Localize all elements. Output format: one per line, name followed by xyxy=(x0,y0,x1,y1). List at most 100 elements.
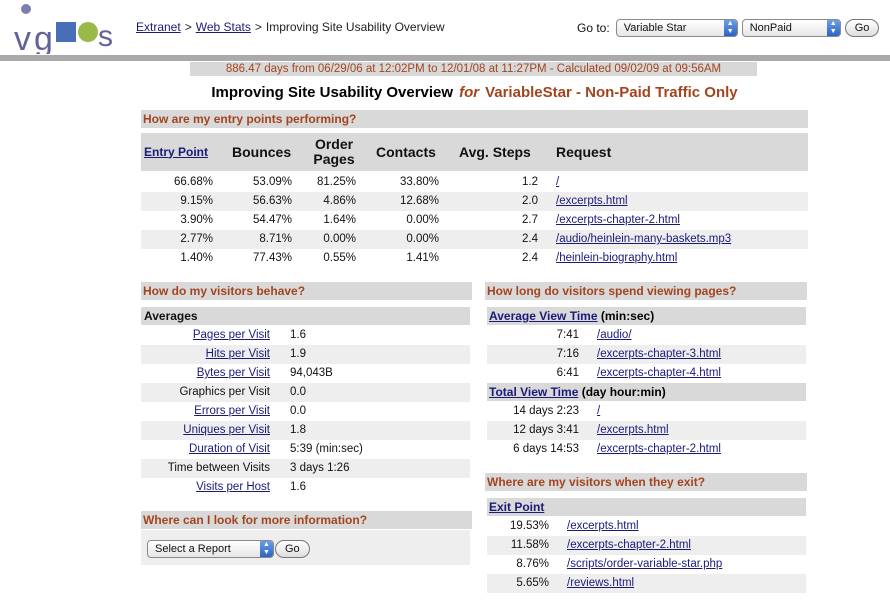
select-arrows-icon: ▲ ▼ xyxy=(723,20,737,36)
bounces-column-header: Bounces xyxy=(232,143,292,160)
averages-label-link[interactable]: Uniques per Visit xyxy=(183,421,270,440)
site-select-value: Variable Star xyxy=(623,22,687,34)
list-item: Visits per Host 1.6 xyxy=(141,478,470,497)
list-item: Hits per Visit 1.9 xyxy=(141,345,470,364)
request-link[interactable]: / xyxy=(556,173,559,192)
total-view-time-subheading: Total View Time (day hour:min) xyxy=(487,383,806,401)
averages-list: Pages per Visit 1.6 Hits per Visit 1.9 Byt… xyxy=(141,326,470,497)
total-view-time-link[interactable]: Total View Time xyxy=(489,385,578,399)
report-go-button[interactable]: Go xyxy=(275,540,310,558)
avg-steps: 2.7 xyxy=(522,214,538,226)
breadcrumb-separator: > xyxy=(184,20,192,34)
entry-table-header: Entry Point Bounces Order Pages Contacts… xyxy=(141,133,808,171)
averages-label-link[interactable]: Bytes per Visit xyxy=(197,364,270,383)
page-title-target: VariableStar - Non-Paid Traffic Only xyxy=(485,84,738,101)
exit-pct: 19.53% xyxy=(509,520,549,532)
exit-point-column-link[interactable]: Exit Point xyxy=(489,500,544,514)
goto-label: Go to: xyxy=(577,21,610,35)
table-row: 9.15% 56.63% 4.86% 12.68% 2.0 /excerpts.… xyxy=(141,192,808,211)
table-row: 1.40% 77.43% 0.55% 1.41% 2.4 /heinlein-b… xyxy=(141,249,808,268)
breadcrumb-current: Improving Site Usability Overview xyxy=(265,20,445,34)
exit-pct: 5.65% xyxy=(516,577,549,589)
averages-label-link[interactable]: Errors per Visit xyxy=(194,402,270,421)
page-link[interactable]: /reviews.html xyxy=(567,574,634,593)
page-link[interactable]: /excerpts.html xyxy=(597,421,669,440)
breadcrumb-separator: > xyxy=(254,20,262,34)
entry-pct: 3.90% xyxy=(180,214,213,226)
average-view-time-list: 7:41/audio/ 7:16/excerpts-chapter-3.html… xyxy=(487,326,806,383)
average-view-time-link[interactable]: Average View Time xyxy=(489,309,598,323)
list-item: Uniques per Visit 1.8 xyxy=(141,421,470,440)
entry-point-column-link[interactable]: Entry Point xyxy=(144,133,208,171)
contacts-pct: 33.80% xyxy=(399,176,439,188)
entry-pct: 66.68% xyxy=(173,176,213,188)
list-item: Errors per Visit 0.0 xyxy=(141,402,470,421)
averages-label-link[interactable]: Duration of Visit xyxy=(189,440,270,459)
request-link[interactable]: /excerpts-chapter-2.html xyxy=(556,211,680,230)
average-view-time-subheading: Average View Time (min:sec) xyxy=(487,307,806,325)
breadcrumb-webstats-link[interactable]: Web Stats xyxy=(196,20,251,34)
avg-steps: 2.4 xyxy=(522,252,538,264)
averages-label: Graphics per Visit xyxy=(179,386,270,398)
contacts-pct: 1.41% xyxy=(406,252,439,264)
report-select-value: Select a Report xyxy=(155,543,231,555)
goto-go-button[interactable]: Go xyxy=(844,19,880,37)
page-link[interactable]: /audio/ xyxy=(597,326,632,345)
order-pct: 1.64% xyxy=(323,214,356,226)
exit-point-list: 19.53% /excerpts.html 11.58% /excerpts-cha… xyxy=(487,517,806,593)
breadcrumb: Extranet > Web Stats > Improving Site Usabil… xyxy=(136,20,445,34)
page-link[interactable]: /excerpts-chapter-4.html xyxy=(597,364,721,383)
list-item: Bytes per Visit 94,043B xyxy=(141,364,470,383)
view-time: 6:41 xyxy=(556,367,579,379)
site-select[interactable]: Variable Star ▲ ▼ xyxy=(615,19,738,37)
bounces-pct: 8.71% xyxy=(259,233,292,245)
header-divider xyxy=(0,55,890,61)
breadcrumb-extranet-link[interactable]: Extranet xyxy=(136,20,181,34)
request-link[interactable]: /heinlein-biography.html xyxy=(556,249,677,268)
entry-pct: 1.40% xyxy=(180,252,213,264)
request-link[interactable]: /audio/heinlein-many-baskets.mp3 xyxy=(556,230,731,249)
page-link[interactable]: /excerpts-chapter-3.html xyxy=(597,345,721,364)
list-item: 6:41/excerpts-chapter-4.html xyxy=(487,364,806,383)
more-info-section-heading: Where can I look for more information? xyxy=(141,511,472,529)
bounces-pct: 54.47% xyxy=(252,214,292,226)
request-column-header: Request xyxy=(556,143,612,160)
request-link[interactable]: /excerpts.html xyxy=(556,192,628,211)
avg-steps-column-header: Avg. Steps xyxy=(459,143,531,160)
traffic-select-value: NonPaid xyxy=(749,22,792,34)
avg-steps: 2.4 xyxy=(522,233,538,245)
viewing-section-heading: How long do visitors spend viewing pages… xyxy=(485,282,807,300)
vgrads-logo[interactable]: v g s xyxy=(12,2,130,54)
list-item: 11.58% /excerpts-chapter-2.html xyxy=(487,536,806,555)
table-row: 66.68% 53.09% 81.25% 33.80% 1.2 / xyxy=(141,173,808,192)
contacts-pct: 12.68% xyxy=(399,195,439,207)
page-link[interactable]: /scripts/order-variable-star.php xyxy=(567,555,722,574)
list-item: 6 days 14:53/excerpts-chapter-2.html xyxy=(487,440,806,459)
page-title: Improving Site Usability Overview for Vari… xyxy=(141,84,808,101)
total-view-time-list: 14 days 2:23 / 12 days 3:41/excerpts.html… xyxy=(487,402,806,459)
svg-text:s: s xyxy=(98,20,113,53)
page-link[interactable]: /excerpts-chapter-2.html xyxy=(567,536,691,555)
averages-label-link[interactable]: Hits per Visit xyxy=(206,345,270,364)
page-title-main: Improving Site Usability Overview xyxy=(211,84,454,101)
exit-pct: 8.76% xyxy=(516,558,549,570)
svg-text:g: g xyxy=(34,20,53,54)
page-link[interactable]: /excerpts-chapter-2.html xyxy=(597,440,721,459)
averages-value: 0.0 xyxy=(290,405,306,417)
contacts-pct: 0.00% xyxy=(406,233,439,245)
page-link[interactable]: /excerpts.html xyxy=(567,517,639,536)
traffic-select[interactable]: NonPaid ▲ ▼ xyxy=(741,19,841,37)
header: v g s Extranet > Web Stats > Improving Site … xyxy=(0,0,890,56)
order-pct: 4.86% xyxy=(323,195,356,207)
page-link[interactable]: / xyxy=(597,402,600,421)
bounces-pct: 53.09% xyxy=(252,176,292,188)
exit-point-subheading: Exit Point xyxy=(487,498,806,516)
bounces-pct: 77.43% xyxy=(252,252,292,264)
view-time: 6 days 14:53 xyxy=(513,443,579,455)
report-select[interactable]: Select a Report ▲ ▼ xyxy=(147,540,274,558)
list-item: 7:16/excerpts-chapter-3.html xyxy=(487,345,806,364)
averages-value: 1.6 xyxy=(290,481,306,493)
averages-label-link[interactable]: Pages per Visit xyxy=(193,326,270,345)
averages-label-link[interactable]: Visits per Host xyxy=(196,478,270,497)
list-item: Pages per Visit 1.6 xyxy=(141,326,470,345)
